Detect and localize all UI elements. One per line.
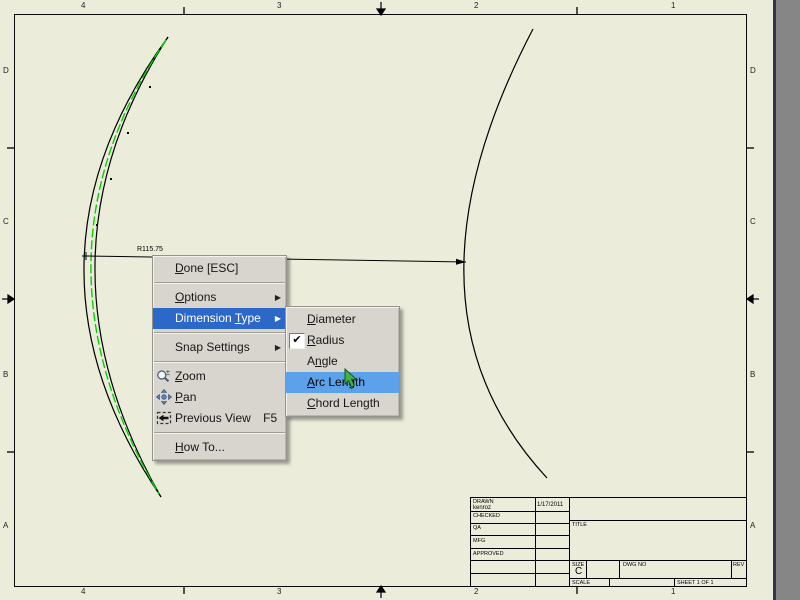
submenu-arrow-icon: ▶ [274, 293, 281, 302]
title-block-line [586, 560, 587, 578]
menu-item-done[interactable]: Done [ESC] [153, 258, 286, 279]
zone-label-left-C: C [3, 217, 9, 226]
qa-label: QA [473, 525, 481, 531]
zone-label-left-D: D [3, 66, 9, 75]
zone-label-bottom-2: 2 [474, 587, 479, 596]
menu-separator [154, 361, 285, 363]
mfg-label: MFG [473, 538, 486, 544]
menu-item-label: Radius [307, 333, 345, 347]
menu-item-label: Angle [307, 354, 338, 368]
svg-text:±: ± [166, 370, 170, 377]
title-block-line [471, 548, 570, 549]
zoom-icon: ± [156, 368, 172, 384]
sheet-label: SHEET 1 OF 1 [677, 580, 714, 586]
menu-item-snap-settings[interactable]: Snap Settings ▶ [153, 337, 286, 358]
menu-item-zoom[interactable]: ± Zoom [153, 366, 286, 387]
title-block-line [569, 578, 746, 579]
title-block: DRAWN kenroz 1/17/2011 CHECKED QA MFG AP… [470, 497, 747, 587]
menu-item-options[interactable]: Options ▶ [153, 287, 286, 308]
menu-item-dimension-type[interactable]: Dimension Type ▶ [153, 308, 286, 329]
submenu-item-angle[interactable]: Angle [286, 351, 399, 372]
title-block-line [609, 578, 610, 586]
menu-item-shortcut: F5 [263, 411, 278, 425]
checkmark-icon: ✔ [289, 333, 305, 349]
title-block-line [471, 511, 570, 512]
dimension-value-label[interactable]: R115.75 [137, 246, 163, 253]
zone-label-right-D: D [750, 66, 756, 75]
zone-label-left-A: A [3, 521, 9, 530]
title-block-line [569, 560, 746, 561]
dimension-type-submenu: Diameter ✔ Radius Angle Arc Length Chord… [285, 306, 400, 417]
dwg-no-label: DWG NO [623, 562, 647, 568]
menu-separator [154, 282, 285, 284]
menu-item-pan[interactable]: Pan [153, 387, 286, 408]
zone-label-bottom-1: 1 [671, 587, 676, 596]
zone-label-top-1: 1 [671, 1, 676, 10]
zone-label-top-4: 4 [81, 1, 86, 10]
submenu-item-arc-length[interactable]: Arc Length [286, 372, 399, 393]
drawn-date: 1/17/2011 [537, 502, 564, 508]
menu-item-label: Chord Length [307, 396, 380, 410]
menu-item-label: Arc Length [307, 375, 366, 389]
title-block-line [731, 560, 732, 578]
title-block-line [471, 560, 570, 561]
title-label: TITLE [572, 522, 587, 528]
zone-label-right-B: B [750, 370, 756, 379]
menu-item-label: Dimension Type [175, 311, 261, 325]
rev-label: REV [733, 562, 745, 568]
pan-icon [156, 389, 172, 405]
size-value: C [575, 566, 583, 577]
previous-view-icon [156, 410, 172, 426]
title-block-line [619, 560, 620, 578]
zone-label-right-C: C [750, 217, 756, 226]
menu-item-label: Pan [175, 390, 197, 404]
context-menu: Done [ESC] Options ▶ Dimension Type ▶ Sn… [152, 255, 287, 461]
scale-label: SCALE [572, 580, 591, 586]
submenu-arrow-icon: ▶ [274, 343, 281, 352]
zone-label-top-3: 3 [277, 1, 282, 10]
submenu-arrow-icon: ▶ [274, 314, 281, 323]
menu-item-previous-view[interactable]: Previous View F5 [153, 408, 286, 429]
zone-label-right-A: A [750, 521, 756, 530]
submenu-item-chord-length[interactable]: Chord Length [286, 393, 399, 414]
menu-item-label: Diameter [307, 312, 356, 326]
menu-separator [154, 432, 285, 434]
title-block-line [569, 520, 746, 521]
title-block-line [471, 523, 570, 524]
menu-item-label: How To... [175, 440, 225, 454]
menu-item-label: Zoom [175, 369, 206, 383]
zone-label-left-B: B [3, 370, 9, 379]
right-arc[interactable] [463, 28, 548, 479]
menu-item-label: Done [ESC] [175, 261, 239, 275]
title-block-line [471, 573, 570, 574]
menu-separator [154, 332, 285, 334]
checked-label: CHECKED [473, 513, 500, 519]
zone-label-bottom-4: 4 [81, 587, 86, 596]
menu-item-label: Options [175, 290, 217, 304]
zone-label-top-2: 2 [474, 1, 479, 10]
approved-label: APPROVED [473, 551, 504, 557]
drawn-value: kenroz [473, 505, 492, 511]
menu-item-label: Snap Settings [175, 340, 250, 354]
title-block-line [471, 535, 570, 536]
title-block-line [674, 578, 675, 586]
menu-item-how-to[interactable]: How To... [153, 437, 286, 458]
menu-item-label: Previous View [175, 411, 251, 425]
submenu-item-radius[interactable]: ✔ Radius [286, 330, 399, 351]
submenu-item-diameter[interactable]: Diameter [286, 309, 399, 330]
zone-label-bottom-3: 3 [277, 587, 282, 596]
